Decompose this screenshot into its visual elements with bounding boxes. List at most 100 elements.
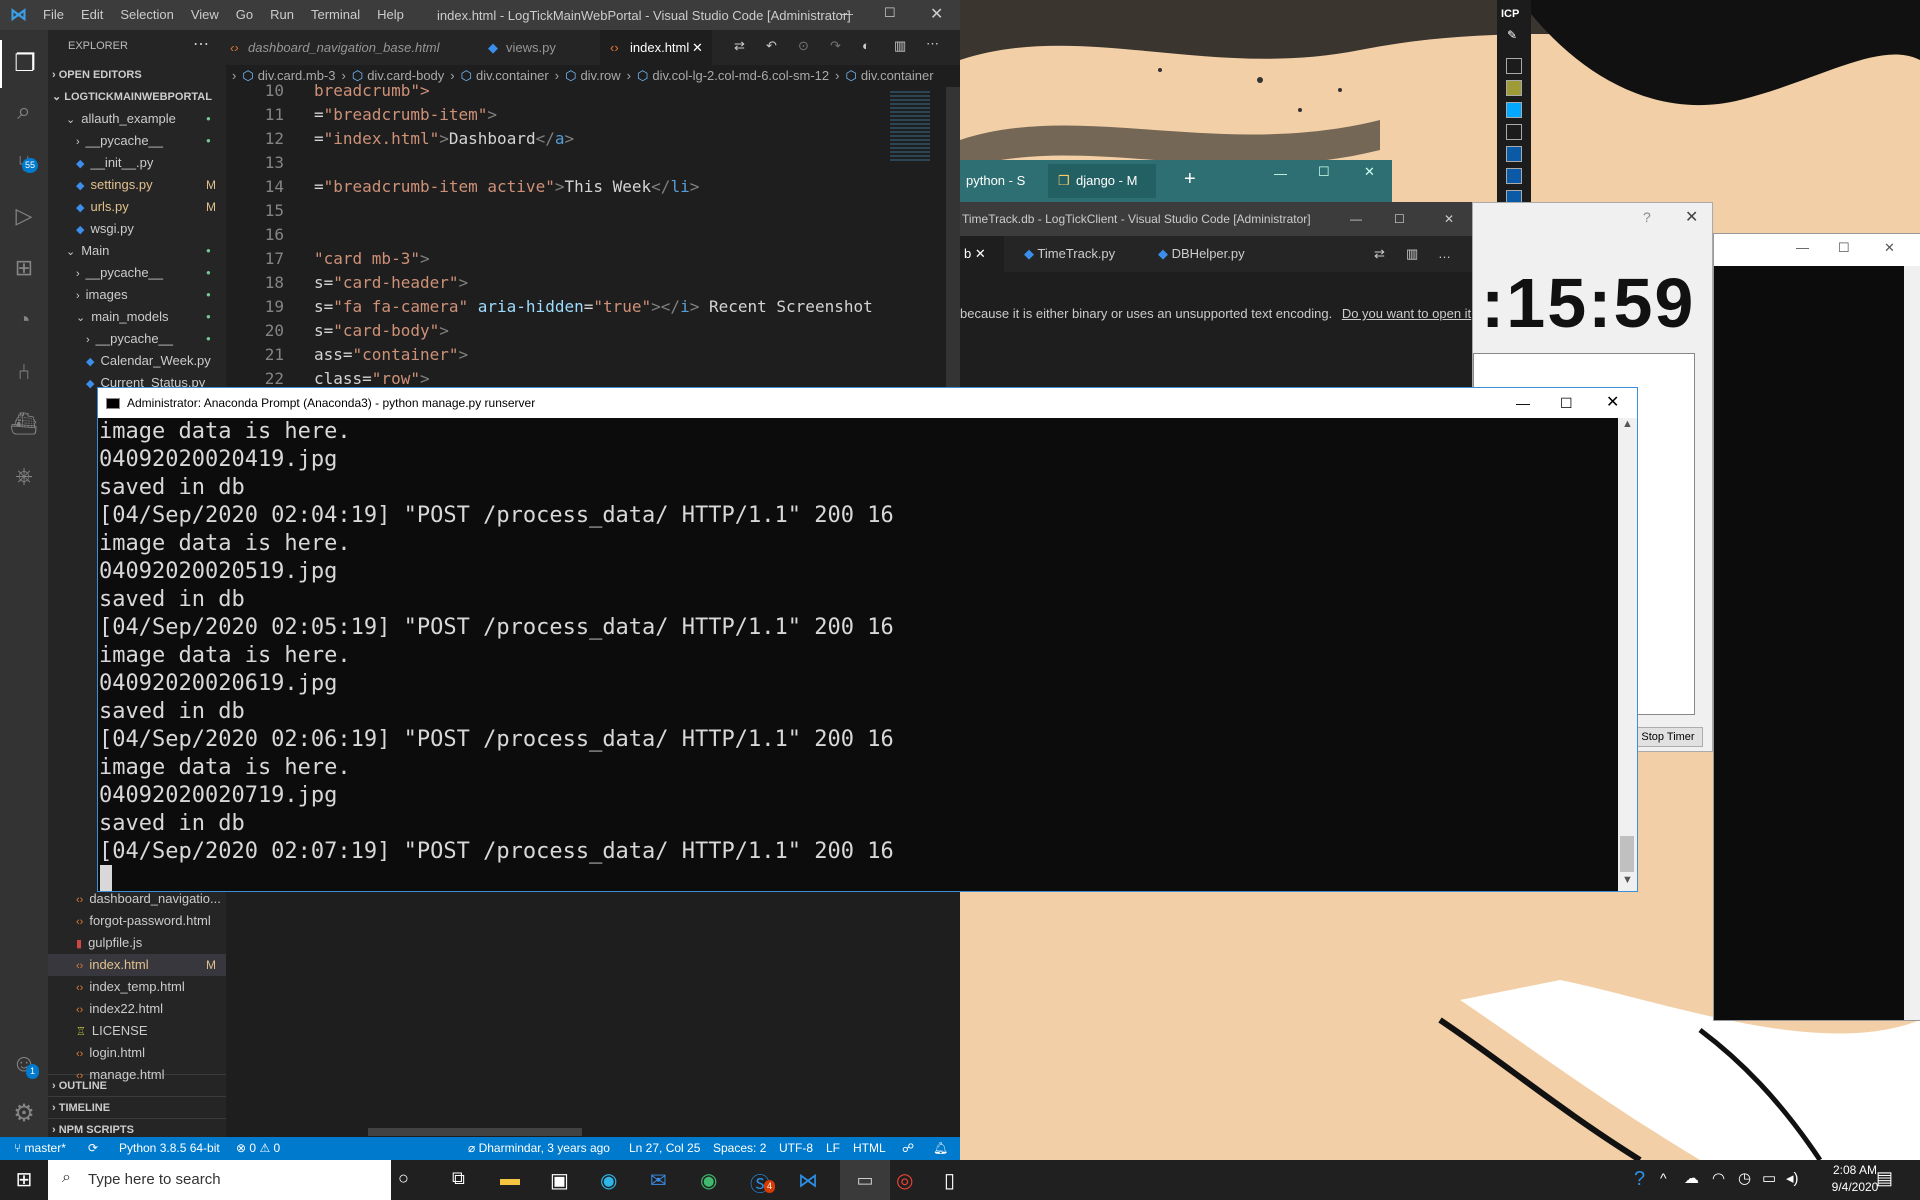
task-view-icon[interactable]: ⧉ (452, 1168, 465, 1189)
terminal-scrollbar[interactable]: ▲ ▼ (1618, 418, 1637, 891)
battery-icon[interactable]: ▭ (1762, 1169, 1776, 1187)
edge-icon[interactable]: ◉ (600, 1168, 617, 1193)
go-forward-icon[interactable]: ⊙ (798, 38, 809, 54)
minimize-icon[interactable]: — (1796, 240, 1809, 255)
new-tab-plus-icon[interactable]: + (1184, 168, 1196, 191)
maximize-icon[interactable]: ☐ (1394, 202, 1405, 236)
start-windows-icon[interactable]: ⊞ (0, 1160, 48, 1200)
store-icon[interactable]: ▣ (550, 1168, 569, 1193)
menu-item-selection[interactable]: Selection (120, 7, 173, 22)
file-explorer-icon[interactable]: ▬ (500, 1168, 520, 1191)
console-scrollbar[interactable] (1904, 266, 1920, 1020)
code-line[interactable]: 13 (226, 151, 314, 175)
tab-binary[interactable]: b ✕ (960, 236, 1004, 272)
code-line[interactable]: 18 s="card-header"> (226, 271, 468, 295)
cursor-position[interactable]: Ln 27, Col 25 (629, 1137, 700, 1160)
clock-sync-icon[interactable]: ◷ (1738, 1169, 1751, 1187)
search-icon[interactable]: ⌕ (0, 88, 48, 136)
color-swatch[interactable] (1506, 124, 1522, 140)
indentation[interactable]: Spaces: 2 (713, 1137, 766, 1160)
color-swatch[interactable] (1506, 102, 1522, 118)
tree-item[interactable]: ♖ LICENSE (48, 1020, 226, 1042)
minimize-icon[interactable]: — (840, 6, 853, 21)
accounts-icon[interactable]: ☺ (0, 1040, 48, 1088)
tree-item[interactable]: ‹› login.html (48, 1042, 226, 1064)
tree-item[interactable]: ‹› index.html M (48, 954, 226, 976)
tree-item[interactable]: ⌄ Main ● (48, 240, 226, 262)
problems-indicator[interactable]: ⊗ 0 ⚠ 0 (236, 1137, 280, 1160)
minimize-icon[interactable]: — (1350, 202, 1362, 236)
tree-item[interactable]: › __pycache__ ● (48, 328, 226, 350)
live-share-icon[interactable]: ☍ (902, 1137, 914, 1160)
terminal-taskbar-icon[interactable]: ▭ (840, 1160, 890, 1200)
wifi-icon[interactable]: ◠ (1712, 1169, 1725, 1187)
tree-item[interactable]: ◆ settings.py M (48, 174, 226, 196)
help-icon[interactable]: ? (1643, 209, 1651, 225)
horizontal-scrollbar[interactable] (368, 1128, 582, 1136)
minimize-icon[interactable]: — (1516, 388, 1530, 418)
tree-item[interactable]: › __pycache__ ● (48, 130, 226, 152)
code-line[interactable]: 20 s="card-body"> (226, 319, 449, 343)
scroll-thumb[interactable] (1620, 836, 1634, 872)
breadcrumb-item[interactable]: div.col-lg-2.col-md-6.col-sm-12 (652, 68, 829, 83)
color-swatch[interactable] (1506, 80, 1522, 96)
code-line[interactable]: 11 ="breadcrumb-item"> (226, 103, 497, 127)
scroll-down-icon[interactable]: ▼ (1622, 874, 1633, 886)
tab-index-html[interactable]: ‹› index.html ✕ (600, 30, 712, 65)
pen-icon[interactable]: ✎ (1507, 28, 1521, 42)
python-interpreter[interactable]: Python 3.8.5 64-bit (119, 1137, 220, 1160)
language-mode[interactable]: HTML (853, 1137, 886, 1160)
menu-item-edit[interactable]: Edit (81, 7, 103, 22)
show-hidden-icons-icon[interactable]: ^ (1660, 1170, 1667, 1186)
encoding[interactable]: UTF-8 (779, 1137, 813, 1160)
split-editor-icon[interactable]: ▥ (894, 38, 906, 54)
extensions-icon[interactable]: ⊞ (0, 244, 48, 292)
close-icon[interactable]: ✕ (1444, 202, 1454, 236)
code-line[interactable]: 14 ="breadcrumb-item active" > This Week</l… (226, 175, 700, 199)
menu-item-help[interactable]: Help (377, 7, 404, 22)
run-debug-icon[interactable]: ▷ (0, 192, 48, 240)
timeline-section[interactable]: › TIMELINE (48, 1096, 226, 1118)
menu-item-go[interactable]: Go (236, 7, 253, 22)
terminal-output[interactable]: image data is here. 04092020020419.jpg sav… (98, 418, 1618, 891)
tree-item[interactable]: ⌄ allauth_example ● (48, 108, 226, 130)
tree-item[interactable]: ‹› index22.html (48, 998, 226, 1020)
git-branch[interactable]: ⑂ master* (14, 1137, 66, 1160)
close-icon[interactable]: ✕ (692, 30, 703, 65)
chrome-icon[interactable]: ◎ (896, 1168, 913, 1193)
taskbar-search-box[interactable]: ⌕ Type here to search (48, 1160, 391, 1200)
breadcrumb-item[interactable]: div.container (476, 68, 549, 83)
kubernetes-icon[interactable]: ⎈ (0, 452, 48, 500)
maximize-icon[interactable]: ☐ (884, 5, 896, 21)
close-icon[interactable]: ✕ (930, 4, 943, 24)
history-icon[interactable]: ↷ (830, 38, 841, 54)
action-center-icon[interactable]: ▤ (1876, 1168, 1893, 1189)
help-icon[interactable]: ? (1634, 1168, 1645, 1191)
toggle-icon[interactable]: ◐ (862, 38, 870, 53)
menu-item-terminal[interactable]: Terminal (311, 7, 360, 22)
close-icon[interactable]: ✕ (1364, 164, 1375, 180)
split-editor-icon[interactable]: ▥ (1406, 236, 1418, 272)
maximize-icon[interactable]: ☐ (1560, 388, 1573, 418)
tab-dbhelper-py[interactable]: ◆ DBHelper.py (1144, 236, 1245, 272)
color-swatch[interactable] (1506, 168, 1522, 184)
code-line[interactable]: 10 breadcrumb"> (226, 79, 430, 103)
open-anyway-link[interactable]: Do you want to open it (1342, 306, 1471, 321)
maximize-icon[interactable]: ☐ (1838, 240, 1850, 256)
editor-scrollbar[interactable] (946, 87, 960, 387)
code-line[interactable]: 17 "card mb-3"> (226, 247, 430, 271)
docker-icon[interactable]: ⛴ (0, 400, 48, 448)
maximize-icon[interactable]: ☐ (1318, 164, 1330, 180)
mail-icon[interactable]: ✉ (650, 1168, 667, 1193)
settings-gear-icon[interactable]: ⚙ (0, 1090, 48, 1138)
tree-item[interactable]: › images ● (48, 284, 226, 306)
sync-icon[interactable]: ⟳ (88, 1137, 98, 1160)
scroll-up-icon[interactable]: ▲ (1622, 418, 1633, 430)
menu-item-run[interactable]: Run (270, 7, 294, 22)
notifications-bell-icon[interactable]: 🔔︎ (933, 1137, 948, 1160)
notepad-icon[interactable]: ▯ (944, 1168, 955, 1193)
code-line[interactable]: 19 s="fa fa-camera" aria-hidden="true"></… (226, 295, 873, 319)
tree-item[interactable]: ‹› forgot-password.html (48, 910, 226, 932)
volume-icon[interactable]: ◂) (1786, 1169, 1799, 1187)
breadcrumb-item[interactable]: div.row (580, 68, 620, 83)
